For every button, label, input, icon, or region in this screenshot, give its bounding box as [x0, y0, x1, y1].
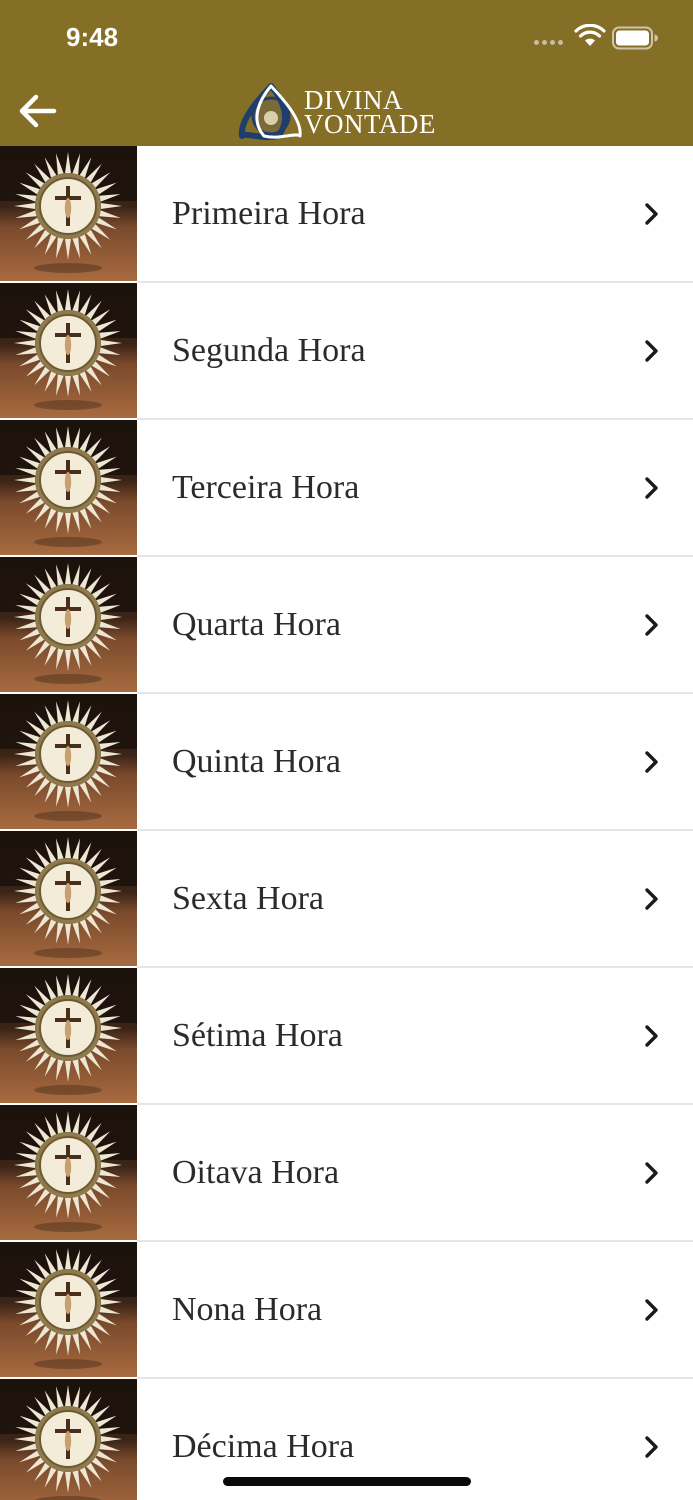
arrow-left-icon — [19, 94, 57, 128]
nav-bar: DIVINA VONTADE — [0, 78, 693, 146]
logo-line-2: VONTADE — [304, 109, 436, 139]
chevron-right-icon — [645, 340, 658, 362]
status-bar: 9:48 — [0, 0, 693, 78]
hour-list-item[interactable]: Sétima Hora — [0, 968, 693, 1105]
crucifix-clock-image — [0, 694, 137, 829]
chevron-right-icon — [645, 751, 658, 773]
chevron-right-icon — [645, 203, 658, 225]
back-button[interactable] — [14, 88, 62, 134]
crucifix-clock-image — [0, 420, 137, 555]
battery-icon — [612, 26, 658, 50]
status-time: 9:48 — [66, 22, 119, 52]
chevron-right-icon — [645, 888, 658, 910]
crucifix-clock-image — [0, 283, 137, 418]
hour-list-item[interactable]: Quinta Hora — [0, 694, 693, 831]
crucifix-clock-image — [0, 146, 137, 281]
logo-text: DIVINA VONTADE — [304, 87, 436, 139]
app-logo: DIVINA VONTADE — [238, 82, 468, 142]
hour-list-item[interactable]: Terceira Hora — [0, 420, 693, 557]
wifi-icon — [574, 24, 606, 46]
hour-label: Segunda Hora — [172, 332, 366, 369]
hour-list-item[interactable]: Primeira Hora — [0, 146, 693, 283]
chevron-right-icon — [645, 614, 658, 636]
chevron-right-icon — [645, 1025, 658, 1047]
hour-label: Quarta Hora — [172, 606, 341, 643]
chevron-right-icon — [645, 1162, 658, 1184]
crucifix-clock-image — [0, 1105, 137, 1240]
hour-label: Nona Hora — [172, 1291, 323, 1328]
hour-label: Oitava Hora — [172, 1154, 340, 1191]
home-indicator — [223, 1477, 471, 1486]
hour-label: Sexta Hora — [172, 880, 325, 917]
hour-list-item[interactable]: Oitava Hora — [0, 1105, 693, 1242]
hour-label: Terceira Hora — [172, 469, 360, 506]
crucifix-clock-image — [0, 968, 137, 1103]
crucifix-clock-image — [0, 1379, 137, 1500]
header: 9:48 DIVINA VONTADE — [0, 0, 693, 146]
crucifix-clock-image — [0, 1242, 137, 1377]
trinity-knot-logo — [238, 83, 302, 141]
chevron-right-icon — [645, 1436, 658, 1458]
hour-label: Quinta Hora — [172, 743, 342, 780]
chevron-right-icon — [645, 1299, 658, 1321]
hour-list-item[interactable]: Quarta Hora — [0, 557, 693, 694]
hour-label: Sétima Hora — [172, 1017, 343, 1054]
cellular-signal-icon — [534, 38, 566, 46]
hour-list-item[interactable]: Nona Hora — [0, 1242, 693, 1379]
hour-list-item[interactable]: Segunda Hora — [0, 283, 693, 420]
hour-label: Primeira Hora — [172, 195, 366, 232]
chevron-right-icon — [645, 477, 658, 499]
crucifix-clock-image — [0, 831, 137, 966]
crucifix-clock-image — [0, 557, 137, 692]
hour-list-item[interactable]: Sexta Hora — [0, 831, 693, 968]
